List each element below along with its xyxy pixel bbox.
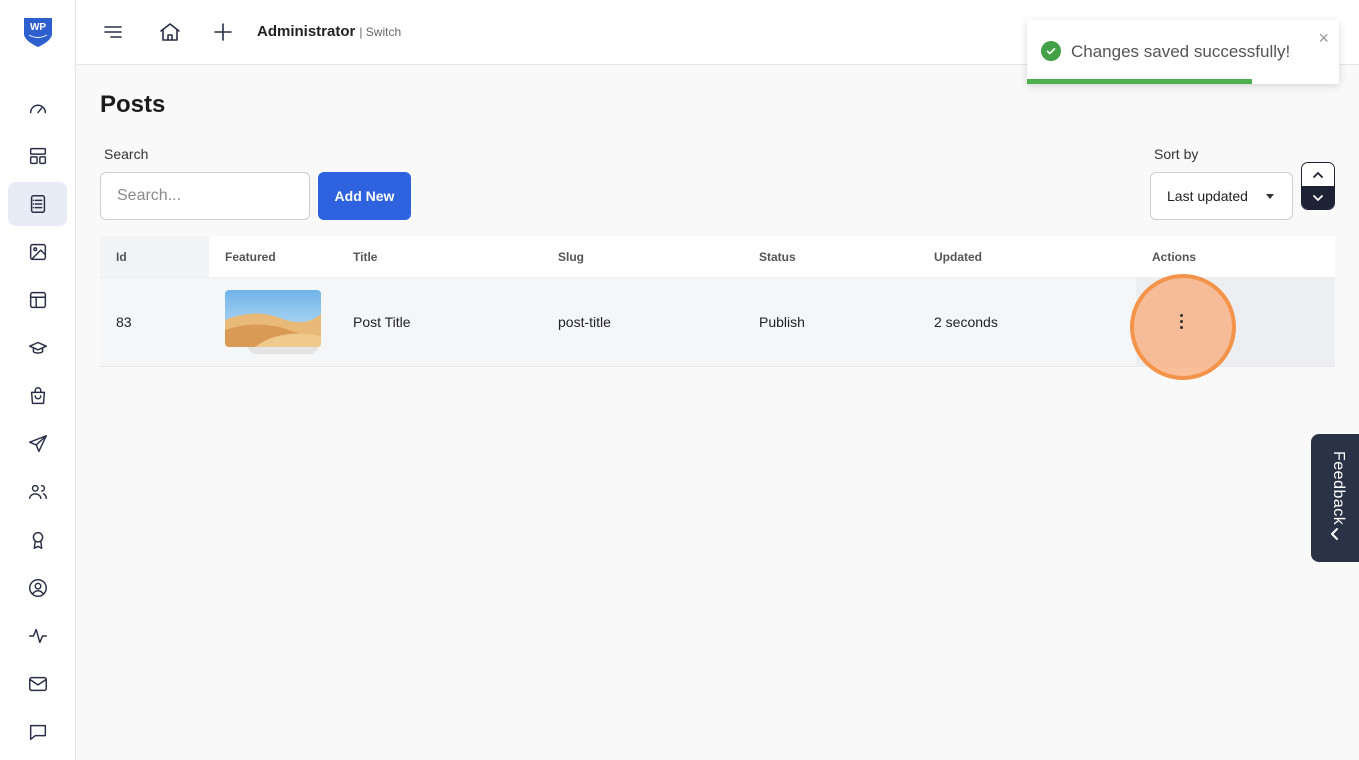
page-title: Posts — [100, 91, 166, 118]
search-label: Search — [104, 146, 149, 162]
sort-label: Sort by — [1154, 146, 1199, 162]
column-header-featured: Featured — [225, 250, 276, 264]
toast-message: Changes saved successfully! — [1071, 42, 1291, 61]
toast-progress-bar — [1027, 79, 1252, 84]
plus-icon — [214, 23, 232, 41]
sort-direction-toggle[interactable] — [1301, 162, 1335, 210]
sidebar-item-pages[interactable] — [8, 278, 67, 322]
shopping-bag-icon — [30, 387, 45, 405]
column-header-actions: Actions — [1152, 250, 1197, 264]
cell-id: 83 — [116, 314, 132, 330]
column-header-slug[interactable]: Slug — [558, 250, 584, 264]
user-circle-icon — [28, 579, 47, 597]
switch-user-link[interactable]: | Switch — [359, 25, 401, 39]
success-toast: Changes saved successfully! × — [1027, 20, 1339, 84]
paper-plane-icon — [28, 435, 47, 453]
check-circle-icon — [1041, 41, 1061, 61]
home-icon — [160, 23, 180, 41]
column-header-id[interactable]: Id — [116, 250, 127, 264]
hamburger-menu-icon — [104, 26, 122, 38]
layout-grid-icon — [29, 147, 46, 165]
chevron-down-icon — [1313, 194, 1323, 201]
sidebar-item-badges[interactable] — [8, 518, 67, 562]
chevron-up-icon — [1313, 171, 1323, 178]
feedback-label: Feedback — [1330, 451, 1347, 526]
featured-image-thumbnail[interactable] — [225, 290, 321, 347]
cell-status: Publish — [759, 314, 805, 330]
sidebar: WP — [0, 0, 76, 760]
speedometer-icon — [29, 104, 46, 114]
cell-slug: post-title — [558, 314, 611, 330]
sidebar-item-posts[interactable] — [8, 182, 67, 226]
sidebar-item-layout[interactable] — [8, 134, 67, 178]
add-button[interactable] — [209, 18, 237, 46]
activity-icon — [28, 628, 47, 644]
home-button[interactable] — [156, 18, 184, 46]
sidebar-item-courses[interactable] — [8, 326, 67, 370]
search-input[interactable] — [100, 172, 310, 220]
cell-title[interactable]: Post Title — [353, 314, 411, 330]
add-new-button[interactable]: Add New — [318, 172, 411, 220]
chat-bubble-icon — [29, 724, 46, 741]
sidebar-item-shop[interactable] — [8, 374, 67, 418]
table-header: Id Featured Title Slug Status Updated Ac… — [100, 236, 1335, 278]
user-name: Administrator — [257, 23, 356, 40]
sort-selected-value: Last updated — [1167, 188, 1248, 204]
sort-select[interactable]: Last updated — [1150, 172, 1293, 220]
row-actions-button[interactable] — [1171, 305, 1191, 337]
template-icon — [29, 291, 46, 309]
sort-ascending-button[interactable] — [1302, 163, 1334, 186]
sort-descending-button[interactable] — [1302, 186, 1334, 209]
graduation-cap-icon — [28, 341, 47, 354]
sidebar-item-send[interactable] — [8, 422, 67, 466]
menu-toggle-button[interactable] — [99, 18, 127, 46]
sidebar-item-activity[interactable] — [8, 614, 67, 658]
users-icon — [28, 484, 47, 500]
kebab-menu-icon — [1179, 313, 1183, 317]
caret-down-icon — [1266, 194, 1274, 199]
current-user: Administrator | Switch — [257, 23, 401, 40]
column-header-title[interactable]: Title — [353, 250, 377, 264]
column-header-updated[interactable]: Updated — [934, 250, 982, 264]
column-header-status[interactable]: Status — [759, 250, 796, 264]
sidebar-item-media[interactable] — [8, 230, 67, 274]
sidebar-item-messages[interactable] — [8, 710, 67, 754]
sidebar-item-mail[interactable] — [8, 662, 67, 706]
feedback-tab[interactable]: Feedback — [1311, 434, 1359, 562]
chevron-left-icon — [1331, 528, 1338, 540]
document-list-icon — [30, 195, 45, 213]
sidebar-item-dashboard[interactable] — [8, 86, 67, 130]
sidebar-item-users[interactable] — [8, 470, 67, 514]
logo-text: WP — [30, 22, 46, 33]
close-icon[interactable]: × — [1318, 28, 1329, 49]
app-logo[interactable]: WP — [22, 16, 54, 48]
mail-icon — [28, 676, 47, 692]
cell-updated: 2 seconds — [934, 314, 998, 330]
award-icon — [32, 531, 43, 549]
image-icon — [29, 243, 46, 261]
sidebar-item-profile[interactable] — [8, 566, 67, 610]
